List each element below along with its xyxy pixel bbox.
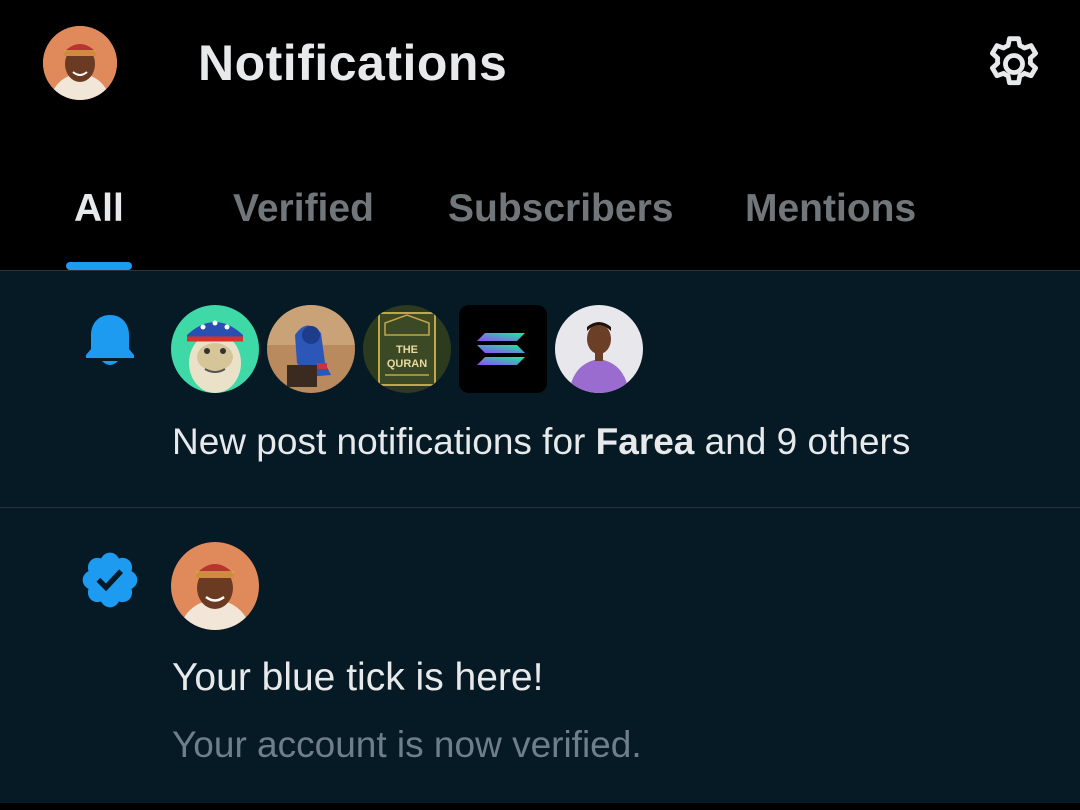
- quran-avatar[interactable]: THE QURAN: [363, 305, 451, 393]
- bell-icon: [82, 309, 138, 369]
- user-avatar[interactable]: [171, 542, 259, 630]
- man-purple-avatar[interactable]: [555, 305, 643, 393]
- tab-all[interactable]: All: [74, 186, 124, 232]
- notification-item[interactable]: Your blue tick is here! Your account is …: [0, 508, 1080, 803]
- active-tab-indicator: [66, 262, 132, 270]
- hooded-person-avatar[interactable]: [267, 305, 355, 393]
- page-title: Notifications: [198, 35, 508, 91]
- ape-avatar[interactable]: [171, 305, 259, 393]
- svg-text:QURAN: QURAN: [387, 358, 427, 370]
- verified-badge-icon: [78, 548, 142, 612]
- notification-item[interactable]: THE QURAN New post notifications for Far…: [0, 271, 1080, 507]
- tab-mentions[interactable]: Mentions: [745, 186, 916, 232]
- tab-subscribers[interactable]: Subscribers: [448, 186, 673, 232]
- notification-user-name[interactable]: Farea: [596, 421, 695, 462]
- profile-avatar[interactable]: [43, 26, 117, 100]
- gear-icon[interactable]: [982, 32, 1046, 96]
- bottom-divider: [0, 803, 1080, 810]
- svg-text:THE: THE: [396, 344, 418, 356]
- notification-headline: Your blue tick is here!: [172, 656, 544, 699]
- notification-text: New post notifications for Farea and 9 o…: [172, 421, 911, 462]
- solana-logo-avatar[interactable]: [459, 305, 547, 393]
- notification-subline: Your account is now verified.: [172, 724, 642, 765]
- tab-verified[interactable]: Verified: [233, 186, 374, 232]
